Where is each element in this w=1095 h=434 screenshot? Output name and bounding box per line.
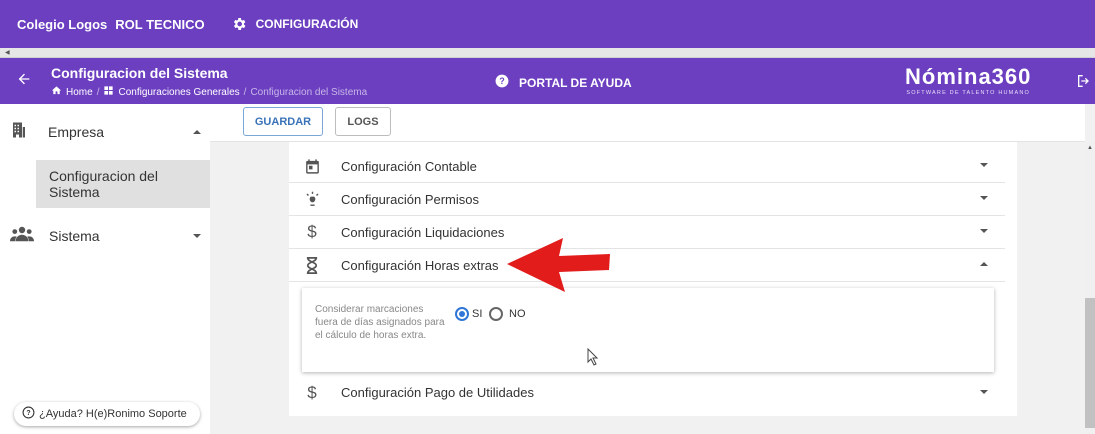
chevron-down-icon <box>979 223 989 241</box>
sidebar: Empresa Configuracion del Sistema Sistem… <box>0 104 210 434</box>
question-circle-icon: ? <box>22 406 35 422</box>
section-configuracion-liquidaciones[interactable]: $ Configuración Liquidaciones <box>289 216 1005 249</box>
support-help-label: ¿Ayuda? H(e)Ronimo Soporte <box>39 408 187 420</box>
help-portal-label: PORTAL DE AYUDA <box>519 75 632 90</box>
sidebar-subitem-label: Configuracion del Sistema <box>49 168 158 200</box>
school-name[interactable]: Colegio Logos <box>17 17 107 32</box>
config-panel: Configuración Contable Configuración Per… <box>289 142 1017 416</box>
radio-unselected-icon[interactable] <box>489 307 503 321</box>
red-arrow-annotation <box>507 238 610 292</box>
sidebar-item-empresa[interactable]: Empresa <box>10 120 210 143</box>
chevron-down-icon <box>979 157 989 175</box>
section-configuracion-contable[interactable]: Configuración Contable <box>289 150 1005 183</box>
question-icon: ? <box>495 74 509 91</box>
support-help-button[interactable]: ? ¿Ayuda? H(e)Ronimo Soporte <box>14 402 200 426</box>
scroll-up-icon[interactable]: ▲ <box>1087 145 1093 151</box>
role-label[interactable]: ROL TECNICO <box>115 17 204 32</box>
vertical-scrollbar[interactable]: ▲ <box>1085 142 1095 434</box>
section-label: Configuración Liquidaciones <box>341 224 505 240</box>
breadcrumb-home[interactable]: Home <box>66 87 93 98</box>
lightbulb-icon <box>302 189 322 209</box>
brand-logo: Nómina360 SOFTWARE DE TALENTO HUMANO <box>905 64 1031 96</box>
breadcrumb-current: Configuracion del Sistema <box>250 86 368 98</box>
dollar-icon: $ <box>307 222 317 241</box>
back-arrow-icon[interactable] <box>16 71 32 87</box>
radio-no[interactable]: NO <box>489 307 526 321</box>
sidebar-item-sistema[interactable]: Sistema <box>10 226 210 245</box>
radio-si-label: SI <box>472 308 483 320</box>
mouse-cursor-icon <box>587 348 599 366</box>
logs-button[interactable]: LOGS <box>335 107 391 136</box>
horas-extras-description: Considerar marcaciones fuera de días asi… <box>315 304 445 341</box>
brand-name: Nómina360 <box>905 64 1032 89</box>
hourglass-icon <box>302 255 322 275</box>
svg-text:?: ? <box>26 410 30 417</box>
top-bar: Colegio Logos ROL TECNICO CONFIGURACIÓN <box>0 0 1095 48</box>
scroll-left-icon[interactable]: ◀ <box>5 49 10 56</box>
page-title: Configuracion del Sistema <box>51 65 228 81</box>
section-label: Configuración Contable <box>341 158 477 174</box>
breadcrumb-separator: / <box>243 86 247 98</box>
action-toolbar: GUARDAR LOGS <box>210 104 1085 142</box>
app-bar: Configuracion del Sistema Home / Configu… <box>0 58 1095 104</box>
people-icon <box>10 226 34 245</box>
section-configuracion-permisos[interactable]: Configuración Permisos <box>289 183 1005 216</box>
calendar-icon <box>302 156 322 176</box>
section-label: Configuración Pago de Utilidades <box>341 385 534 400</box>
grid-icon <box>103 85 114 99</box>
section-label: Configuración Permisos <box>341 191 480 207</box>
horizontal-scrollbar[interactable]: ◀ <box>0 48 1095 58</box>
radio-no-label: NO <box>509 308 526 320</box>
section-configuracion-pago-utilidades[interactable]: $ Configuración Pago de Utilidades <box>289 376 1005 409</box>
radio-si[interactable]: SI <box>455 307 482 321</box>
breadcrumb-separator: / <box>96 86 100 98</box>
chevron-up-icon <box>192 124 202 140</box>
building-icon <box>10 120 28 143</box>
section-configuracion-horas-extras[interactable]: Configuración Horas extras <box>289 249 1005 282</box>
sidebar-item-label: Sistema <box>49 227 100 244</box>
chevron-down-icon <box>979 190 989 208</box>
radio-selected-icon[interactable] <box>455 307 469 321</box>
svg-text:?: ? <box>499 76 504 86</box>
gear-icon[interactable] <box>231 16 247 32</box>
sidebar-item-configuracion-sistema[interactable]: Configuracion del Sistema <box>36 160 210 208</box>
sidebar-item-label: Empresa <box>48 123 105 140</box>
config-menu-link[interactable]: CONFIGURACIÓN <box>256 17 359 31</box>
chevron-down-icon <box>979 384 989 402</box>
scrollbar-thumb[interactable] <box>1085 298 1095 428</box>
home-icon <box>51 85 62 99</box>
brand-tagline: SOFTWARE DE TALENTO HUMANO <box>906 90 1030 96</box>
section-label: Configuración Horas extras <box>341 257 499 273</box>
dollar-icon: $ <box>307 382 317 402</box>
chevron-up-icon <box>979 256 989 274</box>
horas-extras-panel: Considerar marcaciones fuera de días asi… <box>302 288 994 372</box>
breadcrumb: Home / Configuraciones Generales / Confi… <box>51 85 367 99</box>
breadcrumb-section[interactable]: Configuraciones Generales <box>118 87 239 98</box>
logout-icon[interactable] <box>1076 73 1092 89</box>
save-button[interactable]: GUARDAR <box>243 107 323 136</box>
help-portal-link[interactable]: ? PORTAL DE AYUDA <box>495 74 632 91</box>
chevron-down-icon <box>192 228 202 244</box>
